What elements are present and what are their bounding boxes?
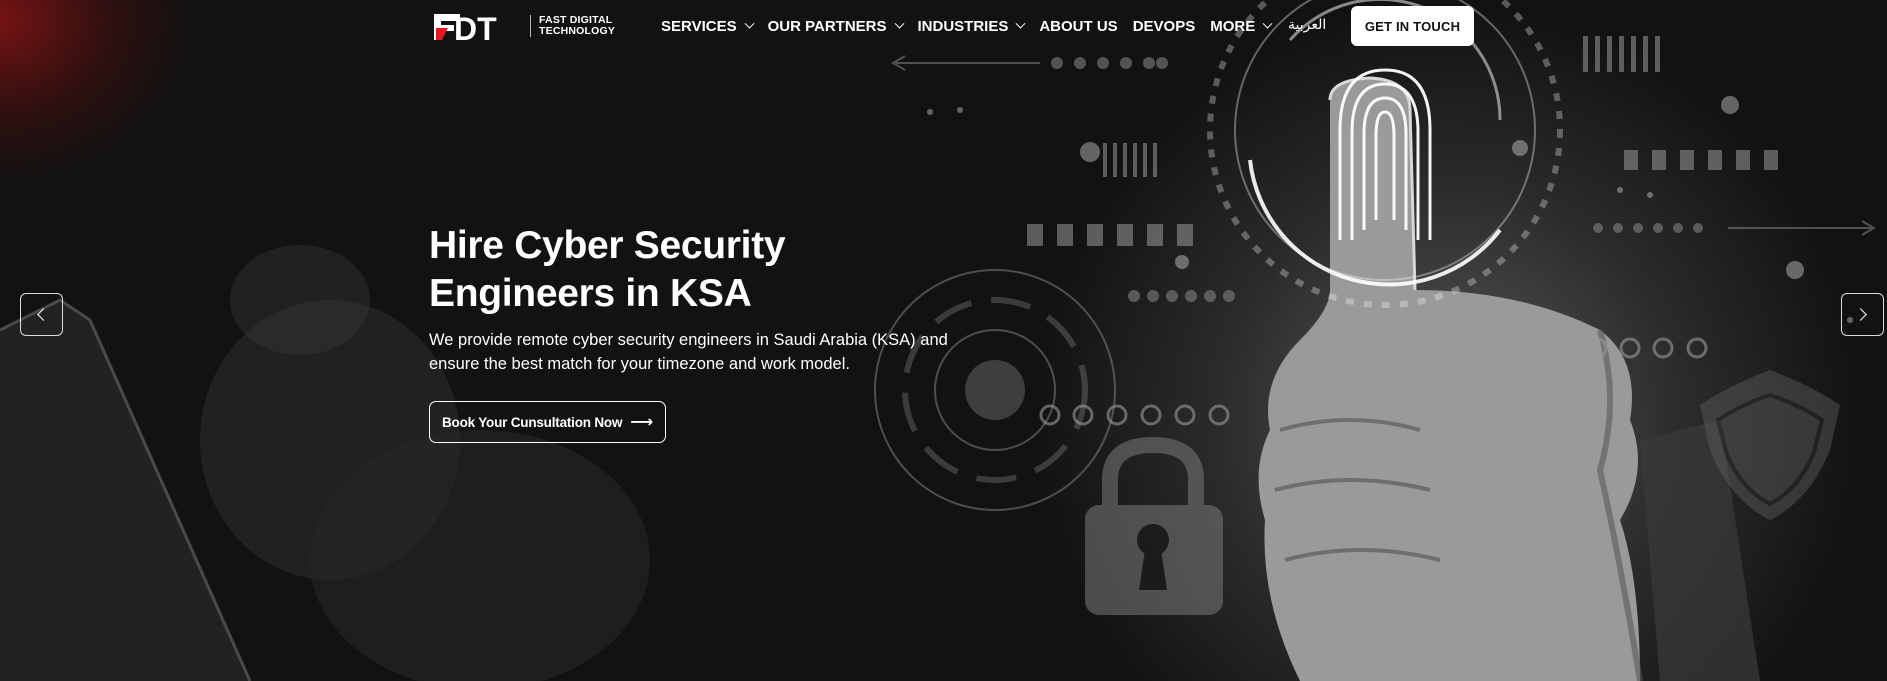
hero-title-line1: Hire Cyber Security — [429, 224, 786, 267]
top-navigation-bar: DT FAST DIGITAL TECHNOLOGY SERVICES OUR … — [0, 0, 1887, 54]
hero-subtitle-line1: We provide remote cyber security enginee… — [429, 331, 948, 349]
hero-slide: DT FAST DIGITAL TECHNOLOGY SERVICES OUR … — [0, 0, 1887, 681]
chevron-down-icon — [1262, 18, 1273, 29]
arrow-right-icon: ⟶ — [630, 414, 654, 431]
company-name-line2: TECHNOLOGY — [539, 25, 616, 37]
nav-item-label: MORE — [1210, 18, 1256, 35]
chevron-left-icon — [37, 308, 50, 321]
fdt-logo[interactable]: DT FAST DIGITAL TECHNOLOGY — [434, 8, 615, 47]
fdt-logo-icon: DT — [434, 11, 497, 47]
book-consultation-button[interactable]: Book Your Cunsultation Now ⟶ — [429, 401, 666, 443]
nav-item-label: OUR PARTNERS — [767, 18, 887, 35]
logo-mark: DT — [434, 8, 520, 47]
nav-item-label: INDUSTRIES — [917, 18, 1009, 35]
nav-item-our-partners[interactable]: OUR PARTNERS — [767, 18, 904, 35]
nav-item-devops[interactable]: DEVOPS — [1133, 18, 1196, 35]
slider-prev-button[interactable] — [20, 293, 63, 336]
company-name: FAST DIGITAL TECHNOLOGY — [530, 15, 615, 37]
book-consultation-label: Book Your Cunsultation Now — [441, 414, 623, 430]
hero-subtitle: We provide remote cyber security enginee… — [429, 328, 949, 376]
language-switch-arabic[interactable]: العربية — [1288, 17, 1326, 33]
chevron-down-icon — [1015, 18, 1026, 29]
main-menu: SERVICES OUR PARTNERS INDUSTRIES ABOUT U… — [661, 18, 1286, 35]
nav-item-label: ABOUT US — [1039, 18, 1118, 35]
nav-item-services[interactable]: SERVICES — [661, 18, 755, 35]
slider-next-button[interactable] — [1841, 293, 1884, 336]
nav-item-industries[interactable]: INDUSTRIES — [917, 18, 1026, 35]
hero-subtitle-line2: ensure the best match for your timezone … — [429, 355, 850, 373]
hero-title-line2: Engineers in KSA — [429, 272, 752, 315]
chevron-down-icon — [744, 18, 755, 29]
svg-text:DT: DT — [454, 11, 497, 44]
nav-item-label: DEVOPS — [1132, 18, 1196, 35]
get-in-touch-button[interactable]: GET IN TOUCH — [1351, 6, 1474, 46]
chevron-down-icon — [894, 18, 904, 29]
nav-item-about-us[interactable]: ABOUT US — [1039, 18, 1117, 35]
nav-item-label: SERVICES — [661, 18, 737, 35]
hero-title: Hire Cyber Security Engineers in KSA — [429, 222, 849, 318]
chevron-right-icon — [1854, 308, 1867, 321]
nav-item-more[interactable]: MORE — [1210, 18, 1273, 35]
